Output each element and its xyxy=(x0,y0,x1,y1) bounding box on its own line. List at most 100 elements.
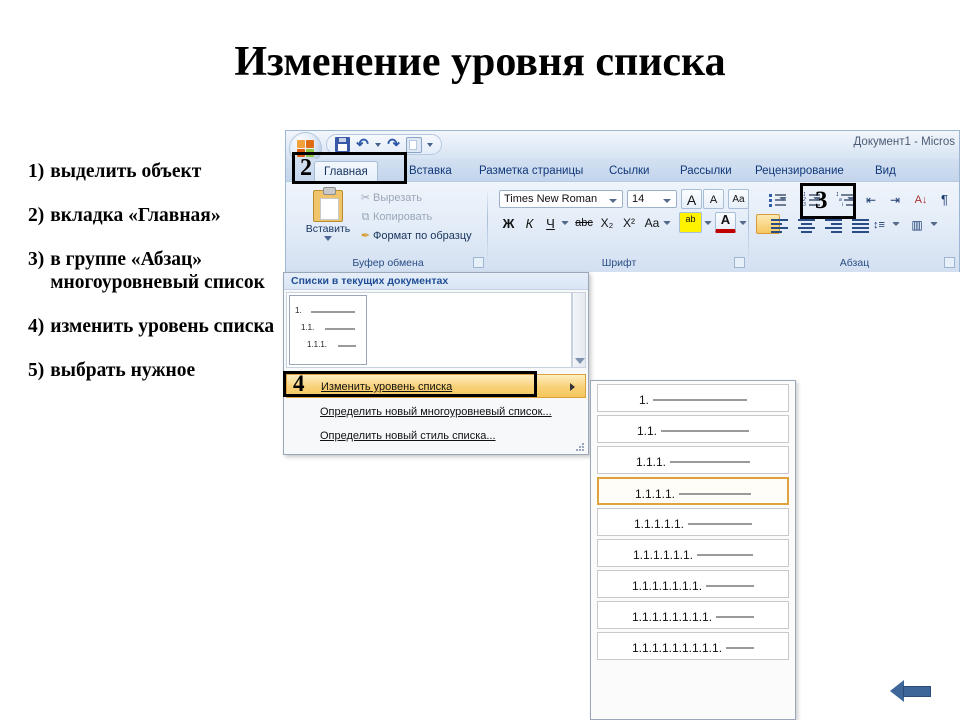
define-new-list-style-menu-item[interactable]: Определить новый стиль списка... xyxy=(286,424,586,448)
italic-button[interactable]: К xyxy=(520,213,539,232)
tab-review[interactable]: Рецензирование xyxy=(746,161,853,181)
font-dialog-launcher-icon[interactable] xyxy=(734,257,745,268)
align-center-button[interactable] xyxy=(783,214,815,234)
tab-view[interactable]: Вид xyxy=(866,161,905,181)
list-level-item[interactable]: 1.1.1.1.1.1.1.1. xyxy=(597,601,789,629)
list-level-label: 1.1.1.1. xyxy=(634,486,676,501)
show-marks-button[interactable]: ¶ xyxy=(934,189,955,209)
define-new-multilevel-list-menu-item[interactable]: Определить новый многоуровневый список..… xyxy=(286,400,586,424)
customize-qat-icon[interactable] xyxy=(427,142,433,147)
font-size-combobox[interactable]: 14 xyxy=(627,190,677,208)
decrease-indent-button[interactable]: ⇤ xyxy=(860,189,882,209)
shrink-font-button[interactable]: A xyxy=(703,189,724,209)
format-painter-label: Формат по образцу xyxy=(373,230,472,242)
highlight-dropdown-icon[interactable] xyxy=(704,221,712,226)
paragraph-dialog-launcher-icon[interactable] xyxy=(944,257,955,268)
underline-dropdown-icon[interactable] xyxy=(561,221,569,226)
group-paragraph-label: Абзац xyxy=(839,257,870,269)
cut-button[interactable]: ✂ Вырезать xyxy=(358,190,422,207)
tab-home[interactable]: Главная xyxy=(314,161,378,181)
list-level-item[interactable]: 1.1.1.1.1.1.1. xyxy=(597,570,789,598)
thumb-level-1: 1. xyxy=(295,306,302,315)
bold-button[interactable]: Ж xyxy=(499,213,518,232)
borders-button[interactable] xyxy=(940,214,954,234)
list-level-item-selected[interactable]: 1.1.1.1. xyxy=(597,477,789,505)
multilevel-list-dropdown-panel: Списки в текущих документах 1. 1.1. 1.1.… xyxy=(283,272,589,455)
define-new-list-style-label: Определить новый стиль списка... xyxy=(320,430,496,442)
bullets-button[interactable] xyxy=(756,189,786,209)
chevron-down-icon[interactable] xyxy=(324,236,332,241)
back-arrow-icon[interactable] xyxy=(888,678,936,706)
clipboard-dialog-launcher-icon[interactable] xyxy=(473,257,484,268)
multilevel-list-dropdown-icon[interactable] xyxy=(847,197,855,202)
list-item-number: 5) xyxy=(28,359,45,381)
office-logo-icon xyxy=(306,140,314,148)
numbering-button[interactable]: 1 2 3 xyxy=(790,189,820,209)
list-level-item[interactable]: 1.1.1. xyxy=(597,446,789,474)
font-name-combobox[interactable]: Times New Roman xyxy=(499,190,623,208)
change-case-dropdown-icon[interactable] xyxy=(663,221,671,226)
list-level-label: 1.1.1.1.1.1. xyxy=(632,547,694,562)
undo-dropdown-icon[interactable] xyxy=(375,142,381,147)
align-right-button[interactable] xyxy=(810,214,842,234)
office-logo-icon xyxy=(297,140,305,148)
sort-button[interactable]: A↓ xyxy=(910,189,932,209)
increase-indent-button[interactable]: ⇥ xyxy=(884,189,906,209)
superscript-button[interactable]: X² xyxy=(619,213,639,232)
list-level-item[interactable]: 1.1.1.1.1. xyxy=(597,508,789,536)
grow-font-button[interactable]: A xyxy=(681,189,702,209)
undo-icon[interactable]: ↶ xyxy=(355,137,370,152)
list-item-label: выбрать нужное xyxy=(50,359,196,381)
list-level-item[interactable]: 1.1.1.1.1.1. xyxy=(597,539,789,567)
tab-page-layout[interactable]: Разметка страницы xyxy=(470,161,592,181)
chevron-down-icon[interactable] xyxy=(575,358,585,364)
cut-label: Вырезать xyxy=(373,192,422,204)
list-item: 5) выбрать нужное xyxy=(28,359,290,383)
print-preview-icon[interactable] xyxy=(406,136,422,153)
gallery-scrollbar[interactable] xyxy=(572,292,586,368)
tab-references[interactable]: Ссылки xyxy=(600,161,659,181)
list-level-item[interactable]: 1. xyxy=(597,384,789,412)
align-justify-button[interactable] xyxy=(837,214,869,234)
shading-dropdown-icon[interactable] xyxy=(930,222,938,227)
resize-grip-icon[interactable] xyxy=(576,443,585,452)
redo-icon[interactable]: ↷ xyxy=(386,137,401,152)
tab-mailings[interactable]: Рассылки xyxy=(671,161,741,181)
list-item-number: 1) xyxy=(28,161,45,182)
copy-button[interactable]: ⧉ Копировать xyxy=(358,209,433,226)
strikethrough-button[interactable]: abc xyxy=(573,213,595,232)
group-clipboard-label: Буфер обмена xyxy=(352,257,424,269)
ribbon: Вставить ✂ Вырезать ⧉ Копировать ✒ Формат п… xyxy=(286,181,959,272)
subscript-button[interactable]: X₂ xyxy=(597,213,617,232)
change-case-button[interactable]: Aa xyxy=(641,213,663,232)
list-level-item[interactable]: 1.1. xyxy=(597,415,789,443)
list-level-label: 1. xyxy=(638,392,649,407)
thumb-level-2: 1.1. xyxy=(301,323,315,332)
quick-access-toolbar[interactable]: ↶ ↷ xyxy=(326,134,442,155)
underline-button[interactable]: Ч xyxy=(541,213,560,232)
format-painter-button[interactable]: ✒ Формат по образцу xyxy=(358,228,472,245)
bullets-dropdown-icon[interactable] xyxy=(779,197,787,202)
chevron-down-icon[interactable] xyxy=(663,199,671,203)
align-left-button[interactable] xyxy=(756,214,788,234)
font-name-value: Times New Roman xyxy=(504,193,598,205)
chevron-down-icon[interactable] xyxy=(609,199,617,203)
office-logo-icon xyxy=(306,149,314,157)
font-color-button[interactable]: A xyxy=(715,212,736,233)
multilevel-list-button[interactable]: 1 a i xyxy=(824,189,854,209)
line-spacing-dropdown-icon[interactable] xyxy=(892,222,900,227)
paste-button[interactable]: Вставить xyxy=(302,187,354,248)
list-style-thumbnail[interactable]: 1. 1.1. 1.1.1. xyxy=(289,295,367,365)
office-logo-icon xyxy=(297,149,305,157)
clear-formatting-button[interactable]: Aa xyxy=(728,189,749,209)
save-icon[interactable] xyxy=(335,137,350,152)
change-list-level-menu-item[interactable]: Изменить уровень списка xyxy=(286,374,586,398)
shading-button[interactable]: ▥ xyxy=(905,214,929,234)
list-level-item[interactable]: 1.1.1.1.1.1.1.1.1. xyxy=(597,632,789,660)
chevron-right-icon xyxy=(570,383,575,391)
tab-insert[interactable]: Вставка xyxy=(400,161,461,181)
highlight-button[interactable]: ab xyxy=(679,212,702,233)
numbering-dropdown-icon[interactable] xyxy=(813,197,821,202)
font-color-dropdown-icon[interactable] xyxy=(739,221,747,226)
line-spacing-button[interactable]: ↕≡ xyxy=(867,214,891,234)
